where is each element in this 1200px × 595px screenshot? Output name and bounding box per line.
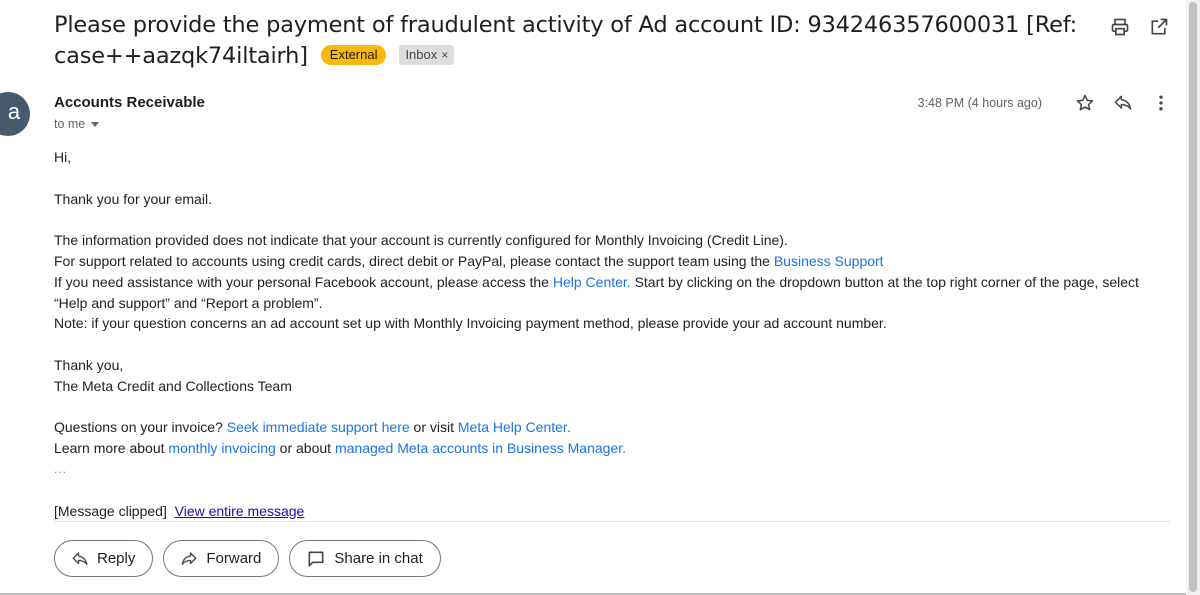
share-chat-icon (308, 551, 324, 566)
vertical-scrollbar[interactable] (1186, 0, 1200, 595)
meta-help-center-link[interactable]: Meta Help Center. (458, 419, 571, 435)
recipient-details[interactable]: to me (54, 117, 100, 131)
share-button-label: Share in chat (334, 550, 423, 567)
reply-button[interactable]: Reply (54, 540, 154, 577)
message-meta: 3:48 PM (4 hours ago) (918, 92, 1172, 114)
help-line-text: If you need assistance with your persona… (54, 273, 553, 290)
signoff: Thank you, (54, 356, 124, 373)
thanks-line: Thank you for your email. (54, 190, 212, 207)
external-label-badge: External (320, 45, 387, 65)
help-center-link[interactable]: Help Center. (553, 274, 631, 290)
reply-button-label: Reply (97, 550, 136, 567)
forward-icon (181, 551, 197, 565)
questions-line: Questions on your invoice? Seek immediat… (54, 417, 1169, 438)
reply-actions: Reply Forward Share in chat (54, 540, 441, 577)
learn-line: Learn more about monthly invoicing or ab… (54, 438, 1169, 459)
open-in-new-window-icon[interactable] (1148, 16, 1170, 38)
forward-button[interactable]: Forward (163, 540, 280, 577)
more-vert-icon[interactable] (1150, 92, 1172, 114)
chevron-down-icon[interactable] (91, 122, 100, 127)
learn-mid-text: or about (275, 440, 335, 457)
note-line: Note: if your question concerns an ad ac… (54, 315, 887, 332)
business-support-link[interactable]: Business Support (774, 253, 884, 269)
remove-label-icon[interactable]: × (441, 48, 448, 62)
view-entire-message-link[interactable]: View entire message (175, 503, 305, 519)
message-body: Hi, Thank you for your email. The inform… (54, 147, 1169, 521)
monthly-invoicing-link[interactable]: monthly invoicing (168, 440, 275, 456)
divider (54, 521, 1170, 522)
scrollbar-thumb[interactable] (1189, 2, 1197, 592)
reply-icon[interactable] (1112, 92, 1134, 114)
questions-mid-text: or visit (409, 419, 458, 436)
share-in-chat-button[interactable]: Share in chat (289, 540, 441, 577)
help-line: If you need assistance with your persona… (54, 272, 1169, 314)
info-line: The information provided does not indica… (54, 232, 788, 249)
print-icon[interactable] (1109, 16, 1131, 38)
email-subject: Please provide the payment of fraudulent… (54, 10, 1094, 72)
sender-name[interactable]: Accounts Receivable (54, 94, 205, 111)
timestamp: 3:48 PM (4 hours ago) (917, 96, 1042, 110)
recipient-label: to me (54, 117, 86, 131)
support-line-text: For support related to accounts using cr… (54, 252, 774, 269)
greeting: Hi, (54, 149, 72, 165)
seek-support-link[interactable]: Seek immediate support here (227, 419, 410, 435)
forward-button-label: Forward (206, 550, 262, 567)
subject-text: Please provide the payment of fraudulent… (54, 12, 1078, 69)
inbox-label-text: Inbox (405, 47, 438, 62)
learn-text: Learn more about (54, 440, 169, 457)
trimmed-content-ellipsis[interactable]: ... (54, 459, 1169, 480)
managed-accounts-link[interactable]: managed Meta accounts in Business Manage… (335, 440, 626, 456)
support-line: For support related to accounts using cr… (54, 251, 1169, 272)
inbox-label-badge[interactable]: Inbox × (399, 45, 455, 65)
questions-text: Questions on your invoice? (54, 419, 227, 436)
clipped-notice: [Message clipped] View entire message (54, 501, 1169, 522)
reply-icon (72, 551, 88, 565)
team-signature: The Meta Credit and Collections Team (54, 377, 292, 394)
clipped-text: [Message clipped] (54, 502, 167, 519)
star-icon[interactable] (1074, 92, 1096, 114)
avatar[interactable]: a (0, 92, 30, 136)
subject-toolbar (1109, 16, 1170, 38)
